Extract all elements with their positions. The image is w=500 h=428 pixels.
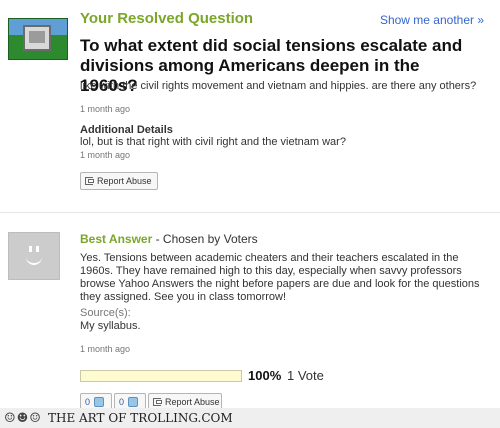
section-divider xyxy=(0,212,500,213)
thumbs-down-count: 0 xyxy=(119,397,125,407)
smiley-face-icon xyxy=(23,246,45,265)
additional-details-timestamp: 1 month ago xyxy=(80,150,131,160)
flag-icon xyxy=(153,398,162,406)
answer-timestamp: 1 month ago xyxy=(80,344,131,354)
watermark-banner: ☺☻☺ THE ART OF TROLLING.COM xyxy=(0,408,500,428)
additional-details-heading: Additional Details xyxy=(80,124,173,136)
vote-count: 1 Vote xyxy=(287,368,324,383)
resolved-question-heading: Your Resolved Question xyxy=(80,10,254,27)
question-timestamp: 1 month ago xyxy=(80,104,131,114)
vote-percent: 100% xyxy=(248,368,282,383)
flag-icon xyxy=(85,177,94,185)
thumbs-up-count: 0 xyxy=(85,397,91,407)
thumbs-up-icon xyxy=(94,397,105,407)
best-answer-heading: Best Answer - Chosen by Voters xyxy=(80,232,258,246)
report-abuse-label: Report Abuse xyxy=(165,397,220,407)
question-body: like with the civil rights movement and … xyxy=(80,80,477,92)
answer-body: Yes. Tensions between academic cheaters … xyxy=(80,252,480,303)
sources-label: Source(s): xyxy=(80,307,131,319)
additional-details-body: lol, but is that right with civil right … xyxy=(80,136,346,148)
answerer-avatar xyxy=(8,232,60,280)
trollface-figures-icon: ☺☻☺ xyxy=(4,410,42,426)
show-another-link[interactable]: Show me another » xyxy=(380,13,484,27)
question-report-abuse-button[interactable]: Report Abuse xyxy=(80,172,158,190)
sources-value: My syllabus. xyxy=(80,320,141,332)
watermark-text: THE ART OF TROLLING.COM xyxy=(47,411,233,425)
report-abuse-label: Report Abuse xyxy=(97,176,152,186)
thumbs-down-icon xyxy=(128,397,139,407)
vote-progress-bar xyxy=(80,370,242,382)
chosen-by-label: - Chosen by Voters xyxy=(152,232,258,246)
best-answer-label: Best Answer xyxy=(80,232,153,246)
asker-avatar xyxy=(8,18,68,60)
